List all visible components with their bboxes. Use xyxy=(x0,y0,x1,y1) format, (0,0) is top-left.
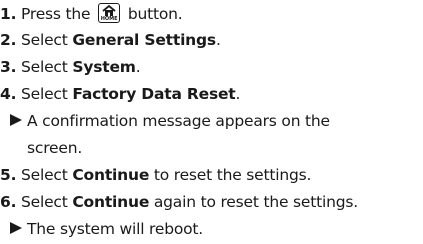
step-text: button. xyxy=(127,5,183,23)
step-text: to reset the settings. xyxy=(153,166,312,184)
step-number: 1. xyxy=(0,5,17,23)
triangle-right-icon xyxy=(10,222,22,234)
menu-item-name: General Settings xyxy=(72,31,216,49)
menu-item-name: System xyxy=(72,58,136,76)
menu-item-name: Continue xyxy=(72,166,150,184)
step-number: 6. xyxy=(0,193,17,211)
step-text: Press the xyxy=(21,5,91,23)
step-4: 4. Select Factory Data Reset. xyxy=(0,81,240,108)
step-text: Select xyxy=(21,166,68,184)
result-1: A confirmation message appears on the xyxy=(10,108,330,135)
step-6: 6. Select Continue again to reset the se… xyxy=(0,189,358,216)
menu-item-name: Continue xyxy=(72,193,150,211)
step-text: . xyxy=(235,85,241,103)
result-text: A confirmation message appears on the xyxy=(27,112,330,130)
house-icon xyxy=(102,4,116,16)
step-text: Select xyxy=(21,31,68,49)
step-number: 2. xyxy=(0,31,17,49)
step-text: . xyxy=(215,31,221,49)
home-button-label: HOME xyxy=(100,15,118,22)
step-text: . xyxy=(135,58,141,76)
step-number: 4. xyxy=(0,85,17,103)
result-1-continued: screen. xyxy=(27,135,82,162)
result-2: The system will reboot. xyxy=(10,216,203,243)
step-text: again to reset the settings. xyxy=(153,193,358,211)
menu-item-name: Factory Data Reset xyxy=(72,85,236,103)
step-5: 5. Select Continue to reset the settings… xyxy=(0,162,311,189)
step-number: 3. xyxy=(0,58,17,76)
step-text: Select xyxy=(21,193,68,211)
step-3: 3. Select System. xyxy=(0,54,141,81)
home-button-icon: HOME xyxy=(98,2,121,23)
step-text: Select xyxy=(21,85,68,103)
instruction-steps: 1. Press the HOME button. 2. Select Gene… xyxy=(0,0,423,244)
result-text: screen. xyxy=(27,139,83,157)
step-text: Select xyxy=(21,58,68,76)
triangle-right-icon xyxy=(10,114,22,126)
step-2: 2. Select General Settings. xyxy=(0,27,221,54)
step-1: 1. Press the HOME button. xyxy=(0,1,183,28)
result-text: The system will reboot. xyxy=(27,220,204,238)
step-number: 5. xyxy=(0,166,17,184)
